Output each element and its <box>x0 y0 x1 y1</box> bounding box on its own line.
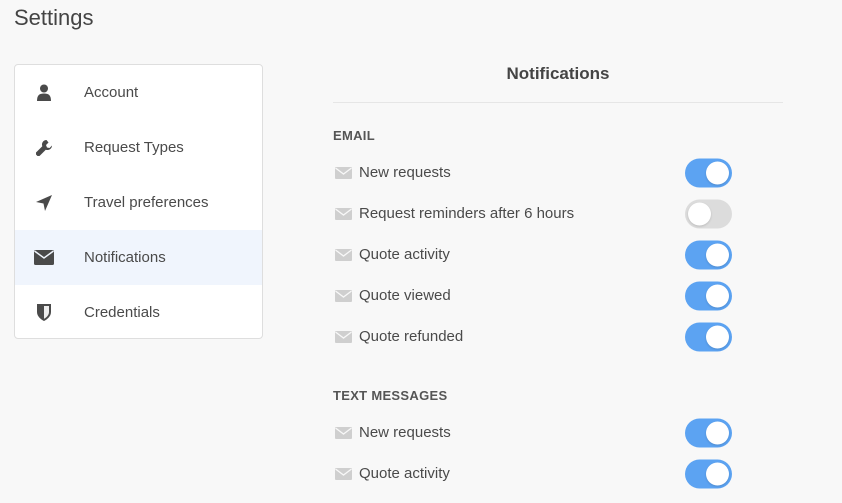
sidebar-item-label: Credentials <box>84 304 160 321</box>
sidebar-item-account[interactable]: Account <box>15 65 262 120</box>
setting-label: Request reminders after 6 hours <box>359 205 575 222</box>
toggle-knob <box>706 161 729 184</box>
email-quote-viewed-row: Quote viewed <box>333 275 783 316</box>
email-quote-refunded-toggle[interactable] <box>685 322 732 351</box>
sidebar-item-label: Notifications <box>84 249 166 266</box>
email-new-requests-toggle[interactable] <box>685 158 732 187</box>
email-quote-refunded-row: Quote refunded <box>333 316 783 357</box>
toggle-knob <box>706 325 729 348</box>
sidebar-item-credentials[interactable]: Credentials <box>15 285 262 338</box>
sidebar-item-label: Request Types <box>84 139 184 156</box>
toggle-knob <box>706 243 729 266</box>
text-messages-section-heading: TEXT MESSAGES <box>333 388 448 403</box>
email-new-requests-row: New requests <box>333 152 783 193</box>
email-request-reminders-toggle[interactable] <box>685 199 732 228</box>
location-arrow-icon <box>34 193 54 213</box>
sms-new-requests-toggle[interactable] <box>685 418 732 447</box>
shield-icon <box>34 303 54 323</box>
sidebar-item-label: Travel preferences <box>84 194 209 211</box>
envelope-icon <box>335 289 352 302</box>
wrench-icon <box>34 138 54 158</box>
sms-quote-activity-row: Quote activity <box>333 453 783 494</box>
setting-label: Quote refunded <box>359 328 464 345</box>
email-quote-activity-row: Quote activity <box>333 234 783 275</box>
page-title: Settings <box>14 5 94 30</box>
envelope-icon <box>335 166 352 179</box>
envelope-icon <box>335 426 352 439</box>
setting-label: New requests <box>359 424 451 441</box>
setting-label: New requests <box>359 164 451 181</box>
email-request-reminders-row: Request reminders after 6 hours <box>333 193 783 234</box>
toggle-knob <box>706 462 729 485</box>
toggle-knob <box>706 421 729 444</box>
email-section-heading: EMAIL <box>333 128 375 143</box>
setting-label: Quote viewed <box>359 287 451 304</box>
sidebar-item-notifications[interactable]: Notifications <box>15 230 262 285</box>
sidebar-item-travel-preferences[interactable]: Travel preferences <box>15 175 262 230</box>
sms-new-requests-row: New requests <box>333 412 783 453</box>
settings-sidebar: Account Request Types Travel preferences… <box>14 64 263 339</box>
envelope-icon <box>335 207 352 220</box>
sidebar-item-request-types[interactable]: Request Types <box>15 120 262 175</box>
toggle-knob <box>688 202 711 225</box>
setting-label: Quote activity <box>359 465 450 482</box>
envelope-icon <box>335 248 352 261</box>
setting-label: Quote activity <box>359 246 450 263</box>
envelope-icon <box>34 248 54 268</box>
toggle-knob <box>706 284 729 307</box>
user-icon <box>34 83 54 103</box>
notifications-panel: Notifications EMAIL New requests Request… <box>333 64 783 494</box>
sidebar-item-label: Account <box>84 84 139 101</box>
envelope-icon <box>335 330 352 343</box>
envelope-icon <box>335 467 352 480</box>
email-quote-activity-toggle[interactable] <box>685 240 732 269</box>
panel-title: Notifications <box>333 64 783 103</box>
sms-quote-activity-toggle[interactable] <box>685 459 732 488</box>
email-quote-viewed-toggle[interactable] <box>685 281 732 310</box>
